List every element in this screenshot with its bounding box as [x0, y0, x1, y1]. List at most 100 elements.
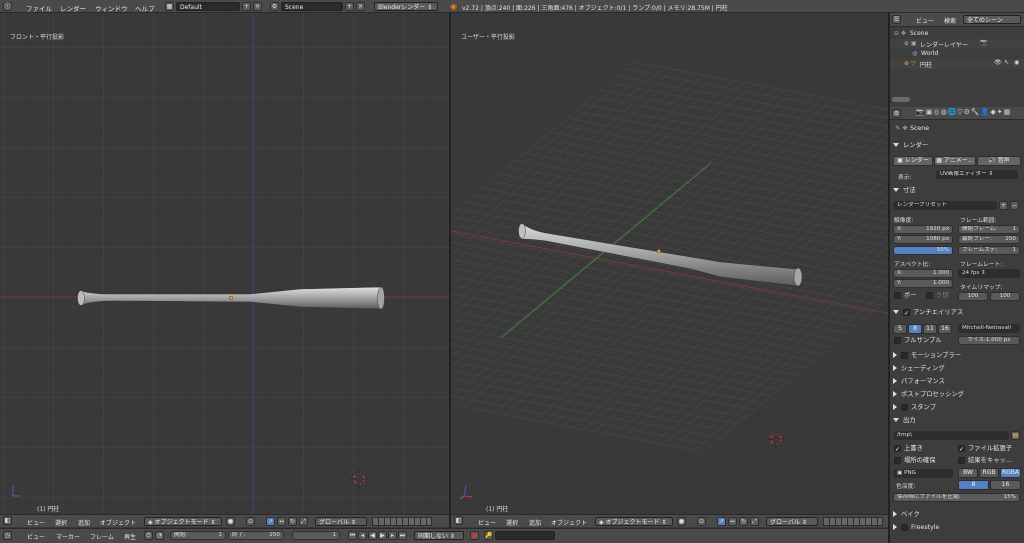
file-ext-checkbox[interactable] [958, 444, 965, 452]
aspect-y-field[interactable]: Y: 1.000 [893, 279, 953, 288]
render-button[interactable]: ▣ レンダー [893, 156, 933, 166]
timeline-menu-playback[interactable]: 再生 [124, 532, 136, 541]
timeline-menu-marker[interactable]: マーカー [56, 532, 80, 541]
editor-type-icon[interactable]: ⓘ [3, 2, 12, 11]
layout-add-icon[interactable]: + [242, 2, 251, 11]
aspect-x-field[interactable]: X: 1.000 [893, 269, 953, 278]
orientation-select-2[interactable]: グローバル ⇕ [766, 517, 818, 526]
editor-type-outliner-icon[interactable]: ☰ [892, 15, 901, 24]
menu-window[interactable]: ウィンドウ [95, 3, 128, 13]
menu-view-2[interactable]: ビュー [478, 518, 496, 527]
menu-object-2[interactable]: オブジェクト [551, 518, 587, 527]
shading-icon-2[interactable]: ● [677, 517, 686, 526]
folder-icon[interactable]: ▤ [1011, 431, 1020, 440]
aa-sample-5[interactable]: 5 [893, 324, 907, 334]
outliner-menu-search[interactable]: 検索 [944, 16, 956, 25]
layout-remove-icon[interactable]: × [253, 2, 262, 11]
outliner-filter-select[interactable]: 全てのシーン [963, 15, 1021, 24]
compression-field[interactable]: 保存時にファイルを圧縮: 15% [893, 493, 1020, 502]
manipulator-icon[interactable]: ↗ [266, 517, 275, 526]
keying-set-field[interactable] [495, 531, 555, 540]
preview-range-icon[interactable]: ⏱ [144, 531, 153, 540]
resolution-percent-field[interactable]: 50% [893, 246, 953, 255]
tab-icons[interactable]: 📷▣◎◍🌐▽⚙🔧👤◆✦▦ [916, 108, 1011, 116]
menu-object[interactable]: オブジェクト [100, 518, 136, 527]
jump-start-icon[interactable]: ⏮ [348, 531, 357, 540]
mode-select-2[interactable]: ◈ オブジェクトモード ⇕ [595, 517, 673, 526]
cache-checkbox[interactable] [958, 456, 965, 464]
stamp-header[interactable]: スタンプ [890, 402, 1024, 414]
jump-end-icon[interactable]: ⏭ [398, 531, 407, 540]
file-ext-row[interactable]: ファイル拡張子 [958, 443, 1024, 455]
freestyle-header[interactable]: Freestyle [890, 522, 1024, 534]
motion-blur-header[interactable]: モーションブラー [890, 350, 1024, 362]
outliner-menu-view[interactable]: ビュー [916, 16, 934, 25]
layout-field[interactable]: Default [176, 2, 240, 11]
menu-file[interactable]: ファイル [26, 3, 52, 13]
scale-icon[interactable]: ⤢ [299, 517, 308, 526]
scene-add-icon[interactable]: + [345, 2, 354, 11]
full-sample-row[interactable]: フルサンプル [894, 335, 954, 347]
editor-type-3d-icon-2[interactable]: ◧ [454, 516, 463, 525]
scene-remove-icon[interactable]: × [356, 2, 365, 11]
viewport-user[interactable]: ユーザー・平行投影 (1) 円柱 [451, 13, 888, 514]
rotate-icon-2[interactable]: ↻ [739, 517, 748, 526]
menu-add[interactable]: 追加 [78, 518, 90, 527]
frame-start-field[interactable]: 開始: 1 [170, 531, 226, 540]
outliner-row-world[interactable]: ◍ World [890, 49, 1024, 59]
manipulator-icon-2[interactable]: ↗ [717, 517, 726, 526]
translate-icon[interactable]: ↔ [277, 517, 286, 526]
mode-select[interactable]: ◈ オブジェクトモード ⇕ [144, 517, 222, 526]
key-next-icon[interactable]: ▸ [388, 531, 397, 540]
depth-8-button[interactable]: 8 [958, 480, 989, 490]
visibility-eye-icon[interactable]: 👁 [994, 59, 1002, 66]
timeline-lock-icon[interactable]: ◔ [155, 531, 164, 540]
placeholders-row[interactable]: 場所の確保 [894, 455, 956, 467]
remap-old-field[interactable]: 100 [958, 292, 988, 301]
menu-select-2[interactable]: 選択 [506, 518, 518, 527]
overwrite-row[interactable]: 上書き [894, 443, 956, 455]
play-icon[interactable]: ▶ [378, 531, 387, 540]
shading-header[interactable]: シェーディング [890, 363, 1024, 375]
animation-button[interactable]: ▦ アニメー… [934, 156, 976, 166]
depth-16-button[interactable]: 16 [990, 480, 1021, 490]
render-panel-header[interactable]: レンダー [890, 140, 1024, 152]
frame-end-prop-field[interactable]: 最終フレー: 250 [958, 235, 1020, 244]
frame-end-field[interactable]: 終了: 250 [228, 531, 284, 540]
scene-icon[interactable]: ⚙ [270, 2, 279, 11]
border-checkbox[interactable] [894, 291, 901, 299]
current-frame-field[interactable]: 1 [292, 531, 340, 540]
scene-field[interactable]: Scene [281, 2, 343, 11]
aa-checkbox[interactable] [903, 308, 910, 316]
orientation-select[interactable]: グローバル ⇕ [315, 517, 367, 526]
file-format-select[interactable]: ▣ PNG [893, 469, 953, 478]
border-checkbox-row[interactable]: ボー [894, 290, 924, 302]
select-arrow-icon[interactable]: ↖ [1004, 59, 1009, 66]
aa-sample-16[interactable]: 16 [938, 324, 952, 334]
play-reverse-icon[interactable]: ◀ [368, 531, 377, 540]
record-icon[interactable]: ● [470, 531, 479, 540]
pivot-icon-2[interactable]: ⊙ [697, 517, 706, 526]
audio-button[interactable]: 🔊 音声 [977, 156, 1021, 166]
render-engine-select[interactable]: Blenderレンダー ⇕ [374, 2, 438, 11]
output-path-field[interactable]: /tmp\ [893, 431, 1009, 440]
layer-buttons-2[interactable] [823, 517, 883, 526]
menu-help[interactable]: ヘルプ [135, 3, 155, 13]
pivot-icon[interactable]: ⊙ [246, 517, 255, 526]
viewport-front[interactable]: フロント・平行投影 (1) 円柱 [0, 13, 449, 514]
aa-sample-8[interactable]: 8 [908, 324, 922, 334]
render-preset-select[interactable]: レンダープリセット [893, 201, 997, 210]
editor-type-timeline-icon[interactable]: ◷ [3, 531, 12, 540]
stamp-checkbox[interactable] [901, 403, 908, 411]
outliner-row-scene[interactable]: ⊖ ❖ Scene [890, 29, 1024, 39]
aa-size-field[interactable]: サイズ:1.000 px [958, 336, 1020, 345]
outliner-row-cylinder[interactable]: ⊕ ▽ 円柱 👁 ↖ ◉ [890, 59, 1024, 69]
layout-icon[interactable]: ▦ [165, 2, 174, 11]
freestyle-checkbox[interactable] [901, 523, 908, 531]
color-rgb-button[interactable]: RGB [979, 468, 999, 478]
motion-blur-checkbox[interactable] [901, 351, 908, 359]
display-select[interactable]: UV画像エディター ⇕ [936, 170, 1018, 179]
dimensions-panel-header[interactable]: 寸法 [890, 185, 1024, 197]
performance-header[interactable]: パフォーマンス [890, 376, 1024, 388]
frame-step-field[interactable]: フレームステ: 1 [958, 246, 1020, 255]
